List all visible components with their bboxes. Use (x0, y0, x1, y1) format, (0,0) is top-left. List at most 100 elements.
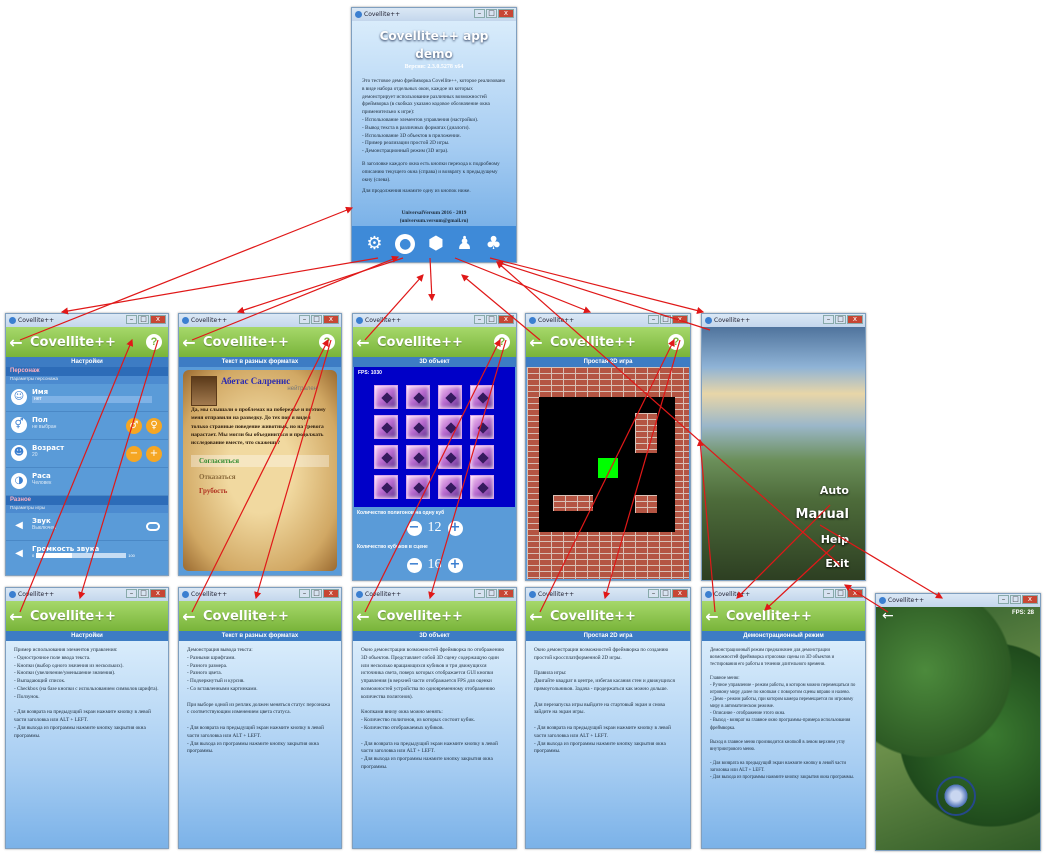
minimize-button[interactable]: – (648, 315, 659, 324)
help-line: Демонстрация вывода текста: (187, 647, 253, 653)
window-titlebar[interactable]: Covellite++ – □ x (526, 588, 690, 601)
back-arrow-icon[interactable]: ← (353, 333, 373, 352)
back-arrow-icon[interactable]: ← (526, 607, 546, 626)
menu-auto[interactable]: Auto (820, 484, 849, 497)
maximize-button[interactable]: □ (835, 315, 846, 324)
polygons-decrease-button[interactable]: − (406, 520, 422, 536)
back-arrow-icon[interactable]: ← (353, 607, 373, 626)
age-decrease-button[interactable]: − (126, 446, 142, 462)
window-titlebar[interactable]: Covellite++ – □ x (179, 314, 341, 327)
race-dropdown[interactable]: Человек (32, 480, 168, 486)
help-icon[interactable]: ? (494, 334, 510, 350)
cubes-increase-button[interactable]: + (447, 557, 463, 573)
back-arrow-icon[interactable]: ← (702, 607, 722, 626)
window-titlebar[interactable]: Covellite++ – □ x (179, 588, 341, 601)
maximize-button[interactable]: □ (486, 9, 497, 18)
app-title: Covellite++ (203, 608, 289, 624)
cubes-decrease-button[interactable]: − (406, 557, 422, 573)
npc-speech: Да, мы слышали о проблемах на побережье … (191, 407, 326, 446)
minimize-button[interactable]: – (299, 589, 310, 598)
window-titlebar[interactable]: Covellite++ – □ x (6, 314, 168, 327)
back-arrow-icon[interactable]: ← (526, 333, 546, 352)
window-titlebar[interactable]: Covellite++ – □ x (352, 8, 516, 21)
minimize-button[interactable]: – (474, 315, 485, 324)
help-icon[interactable]: ? (319, 334, 335, 350)
window-titlebar[interactable]: Covellite++ – □ x (6, 588, 168, 601)
text-formats-help-window: Covellite++ – □ x ← Covellite++ Текст в разн… (178, 587, 342, 849)
help-icon[interactable]: ? (668, 334, 684, 350)
minimize-button[interactable]: – (474, 9, 485, 18)
cube-icon[interactable]: ⬢ (428, 235, 444, 253)
minimize-button[interactable]: – (126, 315, 137, 324)
menu-manual[interactable]: Manual (796, 507, 849, 522)
minimize-button[interactable]: – (823, 315, 834, 324)
close-button[interactable]: x (150, 589, 166, 598)
close-button[interactable]: x (498, 9, 514, 18)
minimize-button[interactable]: – (998, 595, 1009, 604)
reply-option-rude[interactable]: Грубость (191, 487, 329, 495)
minimize-button[interactable]: – (126, 589, 137, 598)
maximize-button[interactable]: □ (660, 589, 671, 598)
maximize-button[interactable]: □ (138, 589, 149, 598)
window-titlebar[interactable]: Covellite++ – □ x (526, 314, 690, 327)
help-line (534, 717, 682, 725)
window-titlebar[interactable]: Covellite++ – □ x (702, 588, 865, 601)
back-arrow-icon[interactable]: ← (6, 333, 26, 352)
minimize-button[interactable]: – (823, 589, 834, 598)
help-icon[interactable]: ? (146, 334, 162, 350)
maximize-button[interactable]: □ (138, 315, 149, 324)
female-button[interactable]: ♀ (146, 418, 162, 434)
compass-control[interactable] (936, 776, 976, 816)
feature-item: - Демонстрационный режим (3D игра). (362, 148, 449, 155)
app-title: Covellite++ (203, 334, 289, 350)
polygons-increase-button[interactable]: + (447, 520, 463, 536)
minimize-button[interactable]: – (648, 589, 659, 598)
window-titlebar[interactable]: Covellite++ – □ x (702, 314, 865, 327)
app-header: ← Covellite++? (179, 327, 341, 357)
tree-icon[interactable]: ♣ (485, 235, 501, 253)
window-titlebar[interactable]: Covellite++ – □ x (353, 588, 516, 601)
menu-exit[interactable]: Exit (825, 557, 849, 570)
race-row: ◑ Раса Человек (6, 468, 168, 496)
user-icon[interactable]: ● (395, 234, 416, 254)
maximize-button[interactable]: □ (660, 315, 671, 324)
window-titlebar[interactable]: Covellite++ – □ x (876, 594, 1040, 607)
volume-slider[interactable] (36, 553, 127, 558)
age-increase-button[interactable]: + (146, 446, 162, 462)
maximize-button[interactable]: □ (311, 589, 322, 598)
reply-option-agree[interactable]: Согласиться (191, 455, 329, 468)
window-titlebar[interactable]: Covellite++ – □ x (353, 314, 516, 327)
player-square[interactable] (598, 458, 618, 478)
close-button[interactable]: x (1022, 595, 1038, 604)
name-input[interactable]: нет (32, 396, 152, 403)
close-button[interactable]: x (323, 589, 339, 598)
back-arrow-icon[interactable]: ← (179, 607, 199, 626)
app-title: Covellite++ (550, 334, 636, 350)
maximize-button[interactable]: □ (1010, 595, 1021, 604)
menu-help[interactable]: Help (821, 533, 849, 546)
close-button[interactable]: x (498, 315, 514, 324)
app-title: Covellite++ (377, 608, 463, 624)
cube (374, 415, 398, 439)
close-button[interactable]: x (847, 315, 863, 324)
reply-option-refuse[interactable]: Отказаться (191, 473, 329, 481)
close-button[interactable]: x (672, 315, 688, 324)
back-arrow-icon[interactable]: ← (882, 608, 894, 624)
maximize-button[interactable]: □ (835, 589, 846, 598)
maximize-button[interactable]: □ (486, 589, 497, 598)
close-button[interactable]: x (847, 589, 863, 598)
close-button[interactable]: x (498, 589, 514, 598)
gear-icon[interactable]: ⚙ (366, 235, 382, 253)
close-button[interactable]: x (323, 315, 339, 324)
minimize-button[interactable]: – (299, 315, 310, 324)
maximize-button[interactable]: □ (311, 315, 322, 324)
maximize-button[interactable]: □ (486, 315, 497, 324)
chess-pawn-icon[interactable]: ♟ (457, 235, 473, 253)
minimize-button[interactable]: – (474, 589, 485, 598)
male-button[interactable]: ♂ (126, 418, 142, 434)
back-arrow-icon[interactable]: ← (6, 607, 26, 626)
close-button[interactable]: x (672, 589, 688, 598)
close-button[interactable]: x (150, 315, 166, 324)
sound-toggle[interactable] (146, 522, 160, 531)
back-arrow-icon[interactable]: ← (179, 333, 199, 352)
